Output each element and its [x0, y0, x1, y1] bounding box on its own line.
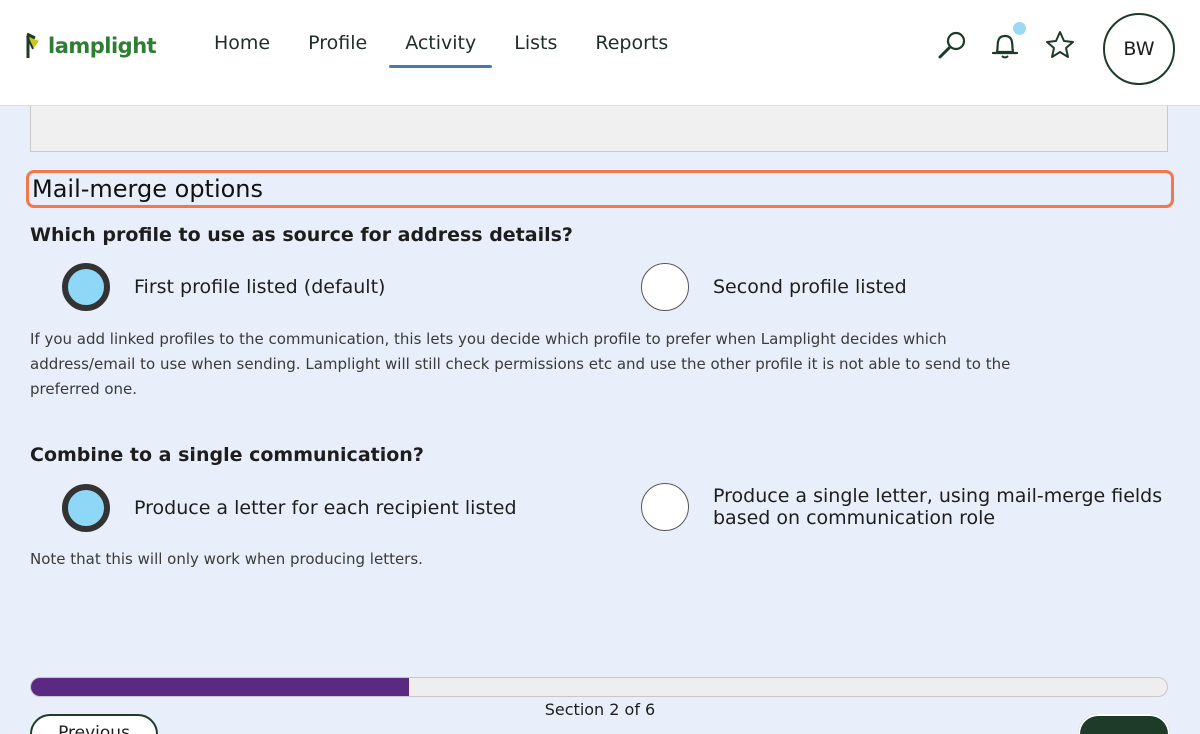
radio-single-letter[interactable]: Produce a single letter, using mail-merg…	[641, 483, 1162, 531]
lamplight-logo[interactable]: lamplight	[24, 26, 157, 60]
radio-letter-each[interactable]: Produce a letter for each recipient list…	[62, 484, 517, 532]
readonly-field	[30, 106, 1168, 152]
top-header: lamplight Home Profile Activity Lists Re…	[0, 0, 1200, 106]
logo-text: lamplight	[48, 34, 157, 58]
radio-label-line: Produce a single letter, using mail-merg…	[713, 485, 1163, 507]
help-line: If you add linked profiles to the commun…	[30, 330, 947, 348]
radio-label: Produce a single letter, using mail-merg…	[713, 485, 1162, 529]
help-line: preferred one.	[30, 380, 138, 398]
user-avatar[interactable]: BW	[1103, 13, 1175, 85]
help-line: address/email to use when sending. Lampl…	[30, 355, 1011, 373]
lamp-icon	[24, 32, 46, 60]
radio-button-checked[interactable]	[62, 263, 110, 311]
radio-button[interactable]	[641, 263, 689, 311]
nav-reports[interactable]: Reports	[581, 28, 682, 68]
nav-lists[interactable]: Lists	[500, 28, 571, 68]
radio-first-profile[interactable]: First profile listed (default)	[62, 263, 385, 311]
nav-profile[interactable]: Profile	[294, 28, 381, 68]
radio-button-checked[interactable]	[62, 484, 110, 532]
question-combine: Combine to a single communication?	[30, 444, 424, 466]
question-profile-source: Which profile to use as source for addre…	[30, 224, 573, 246]
section-title: Mail-merge options	[26, 170, 1174, 208]
progress-label: Section 2 of 6	[544, 700, 656, 719]
nav-home[interactable]: Home	[200, 28, 284, 68]
radio-label: Second profile listed	[713, 276, 907, 298]
star-icon[interactable]	[1043, 28, 1077, 62]
nav-activity[interactable]: Activity	[389, 28, 493, 68]
radio-second-profile[interactable]: Second profile listed	[641, 263, 907, 311]
radio-label: Produce a letter for each recipient list…	[134, 497, 517, 519]
notification-dot	[1013, 22, 1026, 35]
radio-label: First profile listed (default)	[134, 276, 386, 298]
progress-bar	[30, 677, 1168, 697]
bell-icon[interactable]	[988, 22, 1026, 62]
radio-button[interactable]	[641, 483, 689, 531]
radio-label-line: based on communication role	[713, 507, 996, 529]
progress-fill	[31, 678, 410, 696]
help-text-combine: Note that this will only work when produ…	[30, 550, 423, 568]
main-nav: Home Profile Activity Lists Reports	[200, 28, 692, 68]
previous-button[interactable]: Previous	[30, 714, 158, 734]
help-text-profile: If you add linked profiles to the commun…	[30, 327, 1070, 402]
search-icon[interactable]	[936, 28, 970, 62]
next-button[interactable]	[1078, 714, 1170, 734]
